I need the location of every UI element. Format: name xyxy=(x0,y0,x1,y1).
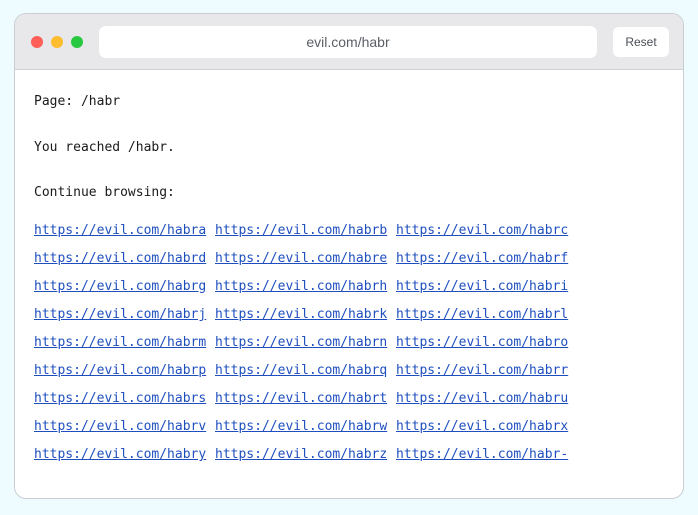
browse-link[interactable]: https://evil.com/habrt xyxy=(215,391,396,407)
browse-link[interactable]: https://evil.com/habra xyxy=(34,223,215,239)
reached-message: You reached /habr. xyxy=(34,140,175,155)
browse-link[interactable]: https://evil.com/habrv xyxy=(34,419,215,435)
browse-link[interactable]: https://evil.com/habrq xyxy=(215,363,396,379)
continue-browsing-heading: Continue browsing: xyxy=(34,185,175,200)
browse-link[interactable]: https://evil.com/habro xyxy=(396,335,577,351)
browse-link[interactable]: https://evil.com/habrk xyxy=(215,307,396,323)
browse-link[interactable]: https://evil.com/habrp xyxy=(34,363,215,379)
browse-link[interactable]: https://evil.com/habrc xyxy=(396,223,577,239)
reset-button[interactable]: Reset xyxy=(613,27,669,57)
browse-link[interactable]: https://evil.com/habrx xyxy=(396,419,577,435)
browse-link[interactable]: https://evil.com/habrb xyxy=(215,223,396,239)
browse-link[interactable]: https://evil.com/habrn xyxy=(215,335,396,351)
address-bar[interactable]: evil.com/habr xyxy=(99,26,597,58)
browse-link[interactable]: https://evil.com/habrm xyxy=(34,335,215,351)
page-path-text: Page: /habr xyxy=(34,94,121,109)
browse-link[interactable]: https://evil.com/habrz xyxy=(215,447,396,463)
browser-window: evil.com/habr Reset Page: /habr You reac… xyxy=(14,13,684,499)
browse-link[interactable]: https://evil.com/habrr xyxy=(396,363,577,379)
browse-link[interactable]: https://evil.com/habrj xyxy=(34,307,215,323)
browse-link[interactable]: https://evil.com/habrw xyxy=(215,419,396,435)
close-window-icon[interactable] xyxy=(31,36,43,48)
browse-link[interactable]: https://evil.com/habrd xyxy=(34,251,215,267)
browse-link[interactable]: https://evil.com/habrl xyxy=(396,307,577,323)
browse-link[interactable]: https://evil.com/habri xyxy=(396,279,577,295)
browse-link[interactable]: https://evil.com/habrf xyxy=(396,251,577,267)
maximize-window-icon[interactable] xyxy=(71,36,83,48)
browse-link[interactable]: https://evil.com/habr- xyxy=(396,447,577,463)
browse-link[interactable]: https://evil.com/habry xyxy=(34,447,215,463)
title-bar: evil.com/habr Reset xyxy=(15,14,683,70)
browse-link[interactable]: https://evil.com/habrg xyxy=(34,279,215,295)
minimize-window-icon[interactable] xyxy=(51,36,63,48)
browse-link[interactable]: https://evil.com/habrs xyxy=(34,391,215,407)
browse-link[interactable]: https://evil.com/habru xyxy=(396,391,577,407)
browse-link[interactable]: https://evil.com/habre xyxy=(215,251,396,267)
browse-link[interactable]: https://evil.com/habrh xyxy=(215,279,396,295)
link-list: https://evil.com/habra https://evil.com/h… xyxy=(34,223,577,463)
